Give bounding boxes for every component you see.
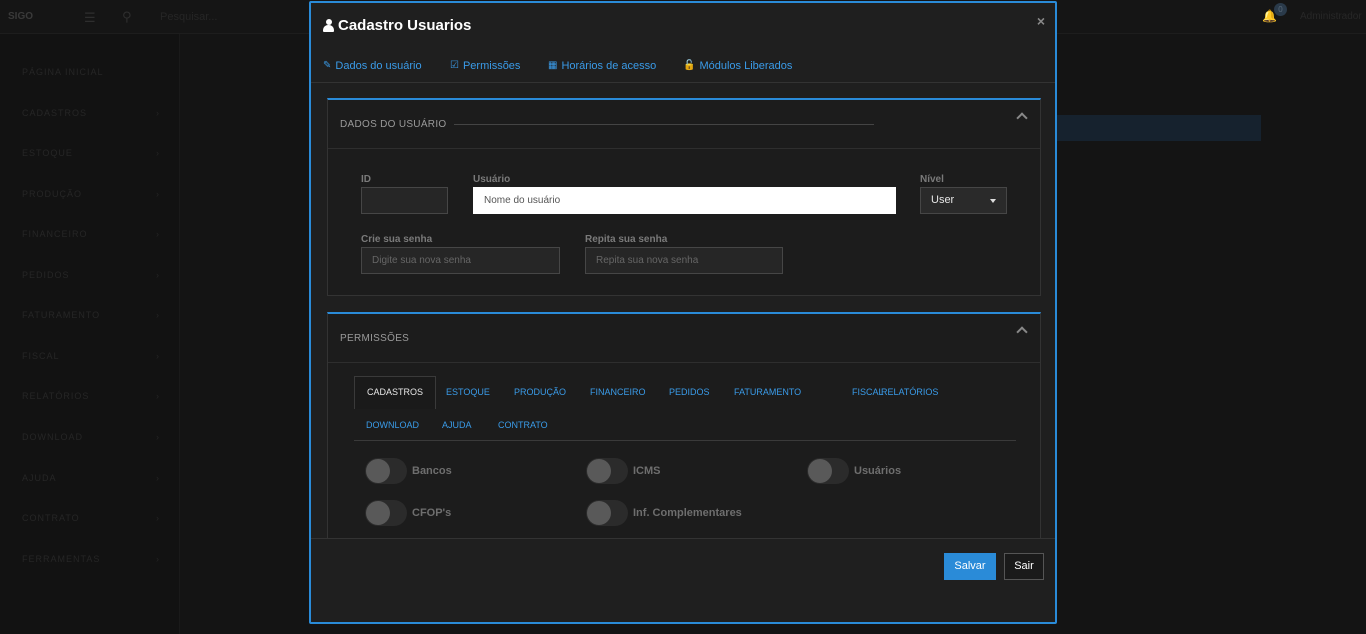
toggle-bancos[interactable] — [365, 458, 407, 484]
calendar-icon: ▦ — [548, 60, 558, 71]
toggle-label: CFOP's — [412, 507, 452, 519]
user-name: Administrador — [1300, 11, 1362, 22]
caret-down-icon — [990, 199, 996, 203]
exit-button[interactable]: Sair — [1004, 553, 1044, 580]
close-icon[interactable]: × — [1037, 13, 1045, 29]
edit-icon: ✎ — [323, 60, 332, 71]
tab-estoque[interactable]: ESTOQUE — [446, 387, 490, 397]
checkbox-icon: ☑ — [450, 60, 459, 71]
panel-title: DADOS DO USUÁRIO — [340, 119, 447, 130]
user-registration-modal: Cadastro Usuarios × ✎ Dados do usuário ☑… — [309, 1, 1057, 624]
user-icon — [323, 19, 334, 32]
sidebar-item: RELATÓRIOS › — [22, 391, 160, 401]
id-label: ID — [361, 174, 371, 185]
modal-header: Cadastro Usuarios × — [311, 3, 1055, 47]
id-field[interactable] — [361, 187, 448, 214]
sidebar-item: PRODUÇÃO › — [22, 189, 160, 199]
sidebar-item: ESTOQUE › — [22, 148, 160, 158]
toggle-inf-complementares[interactable] — [586, 500, 628, 526]
sidebar-item: FERRAMENTAS › — [22, 554, 160, 564]
sidebar-item: CONTRATO › — [22, 513, 160, 523]
sidebar-item: DOWNLOAD › — [22, 432, 160, 442]
tab-fiscal[interactable]: FISCAL — [852, 387, 884, 397]
tab-financeiro[interactable]: FINANCEIRO — [590, 387, 646, 397]
usuario-input[interactable]: Nome do usuário — [473, 187, 896, 214]
save-button[interactable]: Salvar — [944, 553, 996, 580]
tab-divider — [354, 440, 1016, 441]
usuario-label: Usuário — [473, 174, 511, 185]
modal-footer: Salvar Sair — [311, 538, 1055, 624]
nav-dados-usuario[interactable]: ✎ Dados do usuário — [323, 60, 422, 72]
nav-permissoes[interactable]: ☑ Permissões — [450, 60, 520, 72]
chevron-up-icon[interactable] — [1016, 326, 1028, 338]
toggle-icms[interactable] — [586, 458, 628, 484]
toggle-label: Inf. Complementares — [633, 507, 742, 519]
app-logo: SIGO — [8, 11, 34, 22]
panel-header: DADOS DO USUÁRIO — [328, 100, 1040, 149]
repita-senha-input[interactable]: Repita sua nova senha — [585, 247, 783, 274]
unlock-icon: 🔓 — [683, 60, 696, 71]
notification-badge: 0 — [1274, 3, 1287, 16]
tab-relatorios[interactable]: RELATÓRIOS — [881, 387, 938, 397]
sidebar-item: PÁGINA INICIAL — [22, 67, 104, 77]
senha-input[interactable]: Digite sua nova senha — [361, 247, 560, 274]
sidebar-item: PEDIDOS › — [22, 270, 160, 280]
search-placeholder: Pesquisar... — [160, 11, 218, 23]
dados-usuario-panel: DADOS DO USUÁRIO ID Usuário Nome do usuá… — [327, 98, 1041, 296]
toggle-cfops[interactable] — [365, 500, 407, 526]
toggle-label: ICMS — [633, 465, 661, 477]
chevron-up-icon[interactable] — [1016, 112, 1028, 124]
tab-faturamento[interactable]: FATURAMENTO — [734, 387, 801, 397]
sidebar-item: FATURAMENTO › — [22, 310, 160, 320]
toggle-label: Bancos — [412, 465, 452, 477]
tab-producao[interactable]: PRODUÇÃO — [514, 387, 566, 397]
sidebar-item: FINANCEIRO › — [22, 229, 160, 239]
panel-title: PERMISSÕES — [340, 333, 410, 344]
nivel-label: Nível — [920, 174, 944, 185]
background-content-bar — [1056, 115, 1261, 141]
modal-title: Cadastro Usuarios — [323, 17, 471, 34]
modal-body: DADOS DO USUÁRIO ID Usuário Nome do usuá… — [311, 84, 1055, 538]
modal-title-text: Cadastro Usuarios — [338, 17, 472, 34]
sidebar-item: AJUDA › — [22, 473, 160, 483]
nav-modulos-liberados[interactable]: 🔓 Módulos Liberados — [683, 60, 792, 72]
permissoes-panel: PERMISSÕES — [327, 312, 1041, 538]
toggle-label: Usuários — [854, 465, 902, 477]
tab-contrato[interactable]: CONTRATO — [498, 420, 548, 430]
tab-pedidos[interactable]: PEDIDOS — [669, 387, 710, 397]
tab-ajuda[interactable]: AJUDA — [442, 420, 472, 430]
senha-label: Crie sua senha — [361, 234, 433, 245]
tab-cadastros[interactable]: CADASTROS — [354, 376, 437, 409]
sidebar-item: FISCAL › — [22, 351, 160, 361]
nav-horarios-acesso[interactable]: ▦ Horários de acesso — [548, 60, 656, 72]
menu-icon: ☰ — [84, 10, 96, 25]
modal-nav: ✎ Dados do usuário ☑ Permissões ▦ Horári… — [311, 47, 1055, 83]
sidebar: PÁGINA INICIAL CADASTROS › ESTOQUE › PRODU… — [0, 34, 180, 634]
divider — [454, 124, 874, 125]
search-icon: ⚲ — [122, 9, 132, 24]
toggle-usuarios[interactable] — [807, 458, 849, 484]
repita-senha-label: Repita sua senha — [585, 234, 668, 245]
tab-download[interactable]: DOWNLOAD — [366, 420, 419, 430]
sidebar-item: CADASTROS › — [22, 108, 160, 118]
panel-header: PERMISSÕES — [328, 314, 1040, 363]
nivel-select[interactable]: User — [920, 187, 1007, 214]
